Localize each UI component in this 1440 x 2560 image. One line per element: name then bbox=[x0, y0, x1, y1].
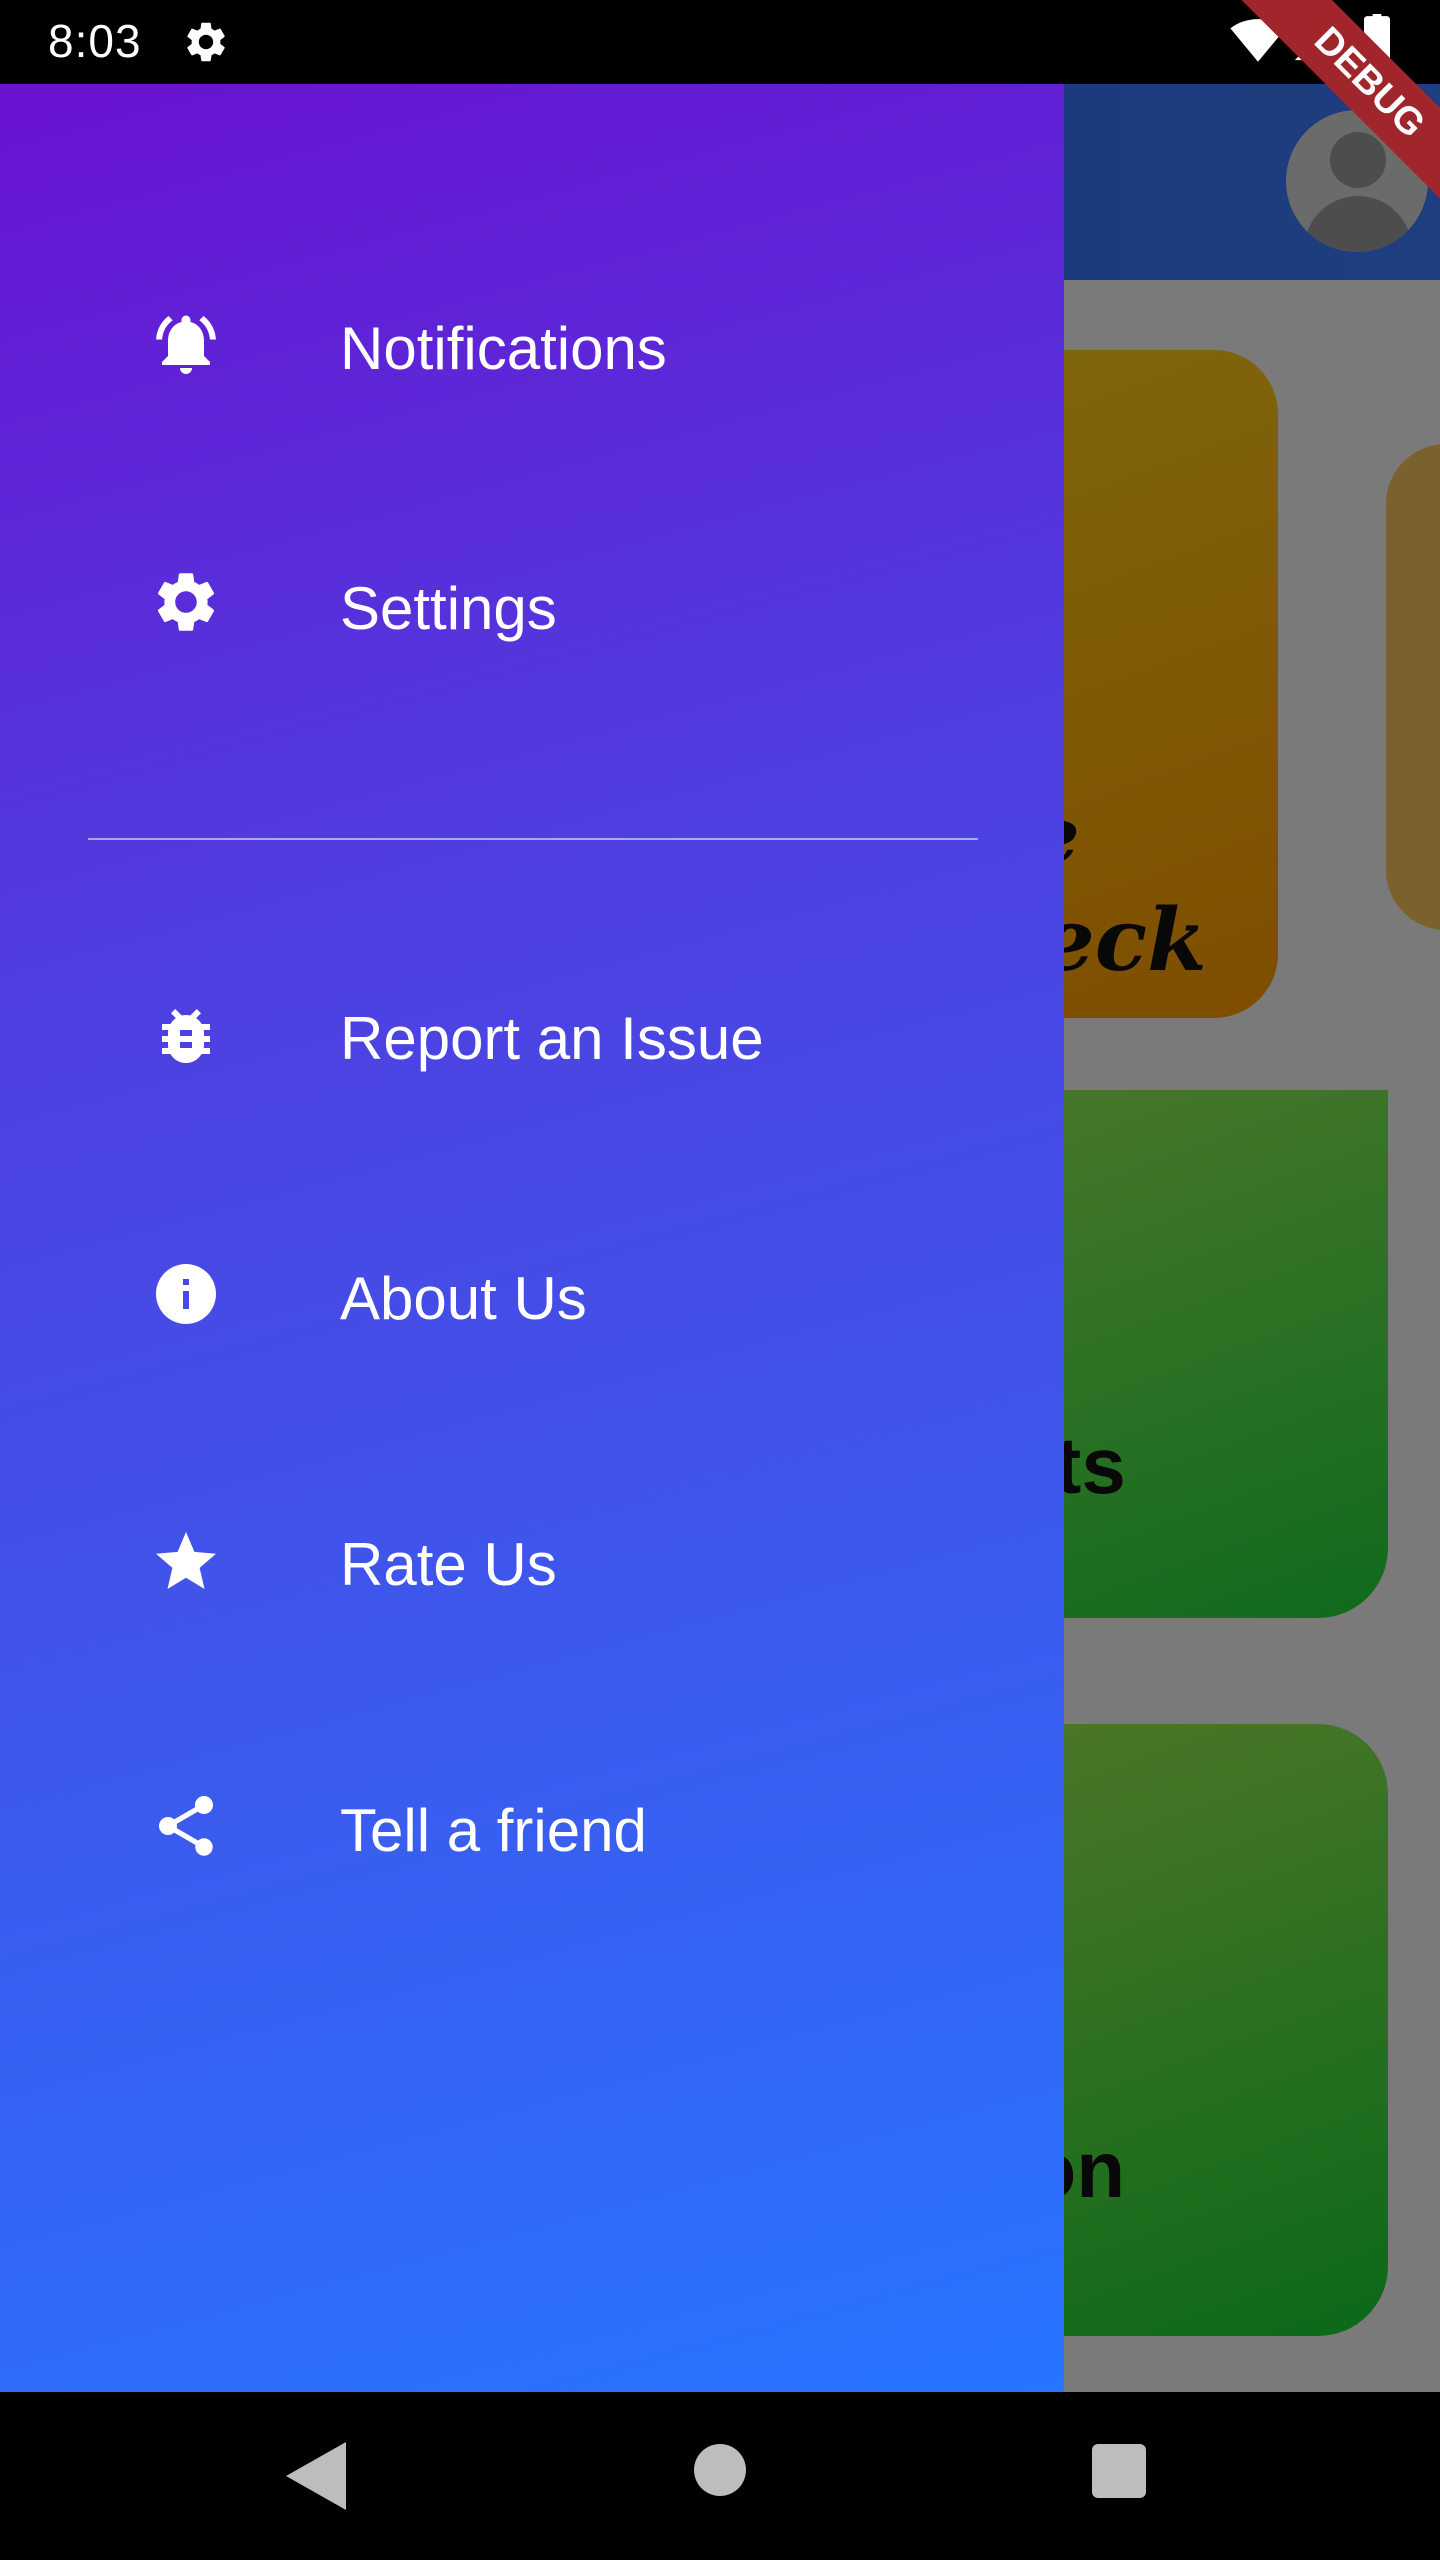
bug-icon bbox=[150, 1000, 222, 1072]
drawer-item-rate-us[interactable]: Rate Us bbox=[0, 1486, 1064, 1636]
drawer-item-label: Tell a friend bbox=[340, 1797, 647, 1864]
gear-icon bbox=[150, 566, 222, 638]
status-bar: 8:03 DEBUG bbox=[0, 0, 1440, 212]
bell-ringing-icon bbox=[150, 308, 222, 380]
drawer-item-label: Notifications bbox=[340, 315, 667, 382]
drawer-item-tell-friend[interactable]: Tell a friend bbox=[0, 1752, 1064, 1902]
recents-icon[interactable] bbox=[1092, 2444, 1146, 2498]
drawer-item-report-issue[interactable]: Report an Issue bbox=[0, 960, 1064, 1110]
drawer-item-about-us[interactable]: About Us bbox=[0, 1220, 1064, 1370]
drawer-divider bbox=[88, 838, 978, 840]
settings-notification-icon bbox=[187, 22, 225, 62]
drawer-item-label: Rate Us bbox=[340, 1531, 557, 1598]
back-icon[interactable] bbox=[286, 2442, 346, 2510]
drawer-item-label: Report an Issue bbox=[340, 1005, 764, 1072]
share-icon bbox=[150, 1790, 222, 1862]
system-navigation-bar bbox=[0, 2392, 1440, 2560]
drawer-item-label: Settings bbox=[340, 575, 557, 642]
status-time: 8:03 bbox=[48, 15, 142, 67]
drawer-item-notifications[interactable]: Notifications bbox=[0, 270, 1064, 420]
info-icon bbox=[150, 1258, 222, 1330]
navigation-drawer: Notifications Settings Report an Issue A… bbox=[0, 84, 1064, 2392]
star-icon bbox=[150, 1526, 222, 1598]
drawer-item-settings[interactable]: Settings bbox=[0, 530, 1064, 680]
home-icon[interactable] bbox=[694, 2444, 746, 2496]
drawer-item-label: About Us bbox=[340, 1265, 587, 1332]
